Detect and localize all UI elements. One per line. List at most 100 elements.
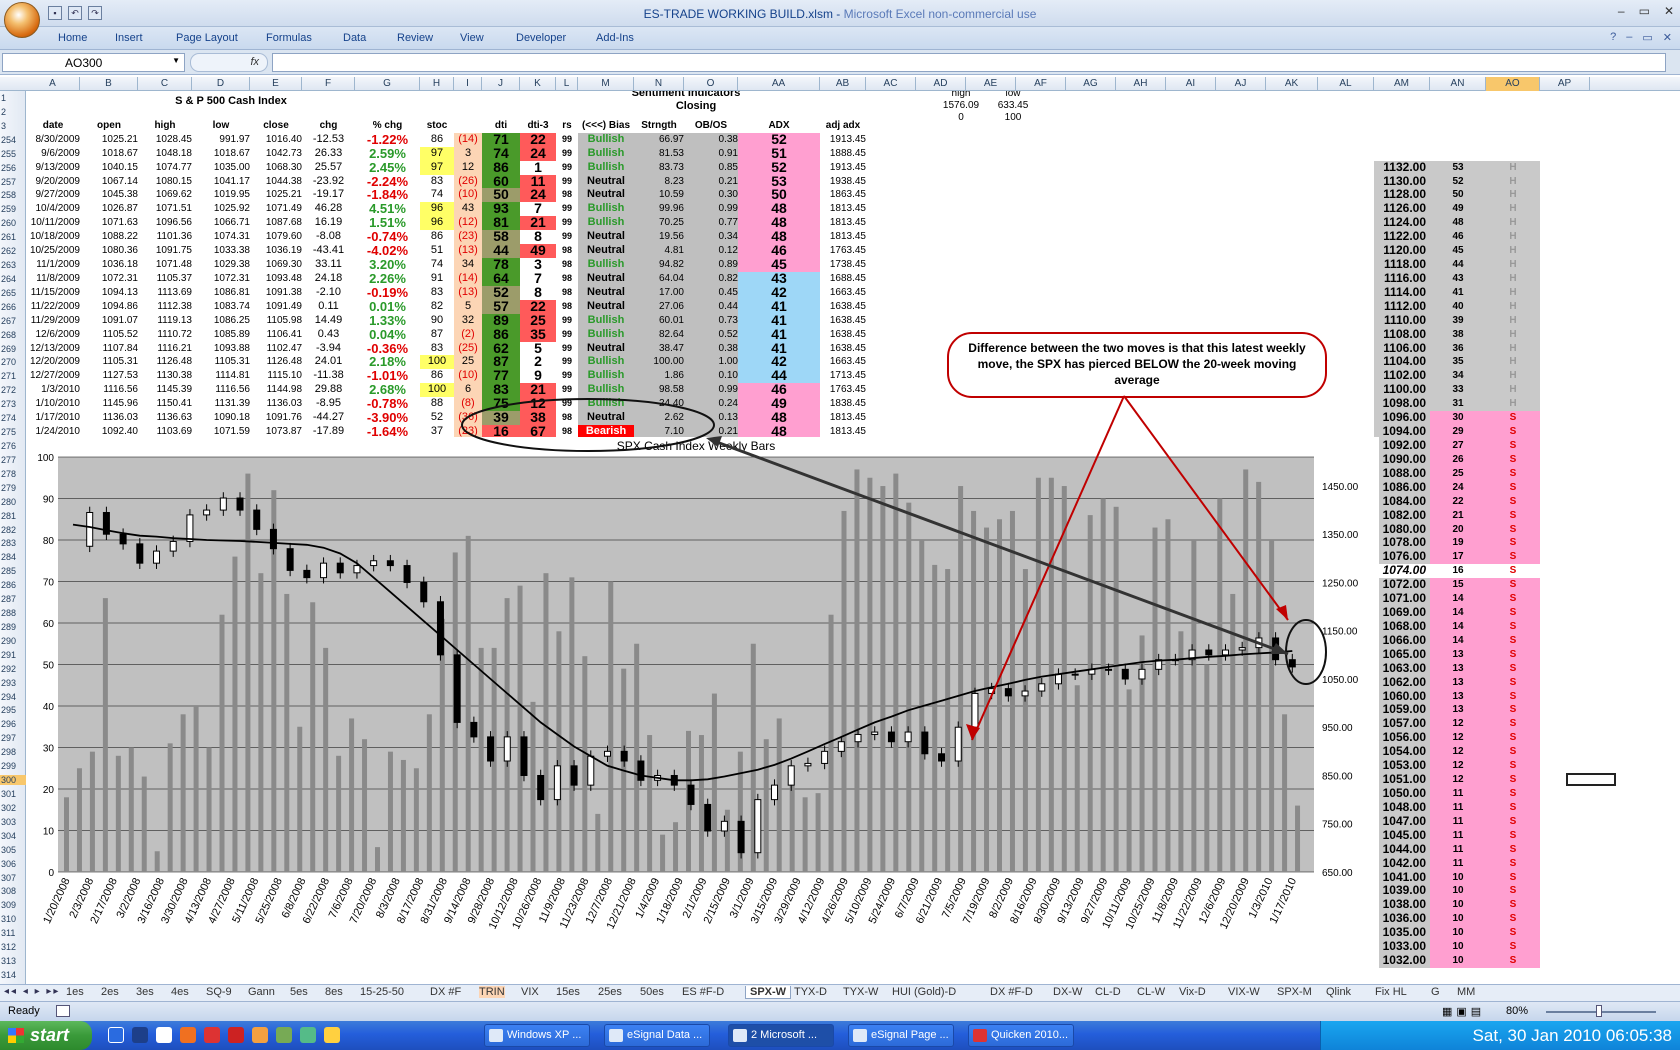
price-level[interactable]: 1060.00	[1374, 689, 1430, 704]
level-signal[interactable]: S	[1486, 773, 1540, 787]
column-header-am[interactable]: AM	[1374, 77, 1430, 91]
price-level[interactable]: 1128.00	[1374, 188, 1430, 203]
cell-stoc[interactable]: 82	[420, 300, 454, 314]
cell-stoc[interactable]: 91	[420, 272, 454, 286]
price-level[interactable]: 1035.00	[1374, 926, 1430, 941]
cell-rs[interactable]: 99	[556, 383, 578, 397]
cell-dti[interactable]: 77	[482, 369, 520, 384]
row-header-262[interactable]: 262	[0, 246, 26, 256]
ie-icon[interactable]	[108, 1027, 124, 1043]
cell-date[interactable]: 10/11/2009	[26, 216, 80, 230]
cell--chg[interactable]: -0.78%	[355, 397, 420, 411]
cell-adj-adx[interactable]: 1838.45	[820, 397, 866, 411]
level-count[interactable]: 19	[1430, 536, 1486, 551]
cell-high[interactable]: 1071.48	[138, 258, 192, 272]
cell-open[interactable]: 1127.53	[80, 369, 138, 383]
sheet-tab-dx-f[interactable]: DX #F	[430, 986, 461, 998]
cell-rs[interactable]: 98	[556, 286, 578, 300]
cell--chg[interactable]: 2.59%	[355, 147, 420, 161]
row-header-294[interactable]: 294	[0, 692, 26, 702]
cell-dti[interactable]: 74	[482, 146, 520, 161]
cell-rs[interactable]: 99	[556, 342, 578, 356]
sheet-tab-hui-gold-d[interactable]: HUI (Gold)-D	[892, 986, 956, 998]
cell-chg[interactable]: -2.10	[302, 286, 355, 300]
cell-adj-adx[interactable]: 1863.45	[820, 188, 866, 202]
cell-high[interactable]: 1110.72	[138, 328, 192, 342]
cell-strngth[interactable]: 1.86	[634, 369, 684, 384]
cell-close[interactable]: 1016.40	[250, 133, 302, 147]
price-level[interactable]: 1074.00	[1374, 564, 1430, 579]
cell-strngth[interactable]: 64.04	[634, 271, 684, 286]
cell-ob-os[interactable]: 0.99	[684, 202, 738, 217]
level-signal[interactable]: H	[1486, 258, 1540, 272]
cell-date[interactable]: 10/4/2009	[26, 202, 81, 216]
cell-open[interactable]: 1036.18	[80, 258, 138, 272]
cell-low[interactable]: 1066.71	[192, 216, 250, 230]
view-buttons[interactable]: ▦▣▤	[1442, 1005, 1485, 1018]
row-header-297[interactable]: 297	[0, 733, 26, 743]
cell--chg[interactable]: 1.51%	[355, 216, 420, 230]
level-count[interactable]: 15	[1430, 578, 1486, 593]
task-esignal-page[interactable]: eSignal Page ...	[848, 1024, 954, 1047]
tab-developer[interactable]: Developer	[516, 32, 566, 44]
price-level[interactable]: 1102.00	[1374, 369, 1430, 384]
price-level[interactable]: 1036.00	[1374, 912, 1430, 927]
restore-button[interactable]: ▭	[1639, 4, 1650, 18]
cell-low[interactable]: 1083.74	[192, 300, 250, 314]
clock[interactable]: Sat, 30 Jan 2010 06:05:38	[1473, 1026, 1672, 1046]
level-count[interactable]: 35	[1430, 355, 1486, 370]
cell-rs[interactable]: 99	[556, 328, 578, 342]
level-count[interactable]: 17	[1430, 550, 1486, 565]
level-count[interactable]: 14	[1430, 606, 1486, 620]
cell-strngth[interactable]: 19.56	[634, 230, 684, 245]
cell-open[interactable]: 1094.13	[80, 286, 138, 300]
cell-rs[interactable]: 98	[556, 411, 578, 425]
cell-adx[interactable]: 41	[738, 313, 820, 328]
level-signal[interactable]: S	[1486, 508, 1540, 523]
sheet-tab-mm[interactable]: MM	[1457, 986, 1475, 998]
cell--chg[interactable]: 0.04%	[355, 328, 420, 342]
level-signal[interactable]: H	[1486, 230, 1540, 245]
cell-high[interactable]: 1080.15	[138, 175, 192, 189]
cell-dti-3[interactable]: 7	[520, 202, 556, 217]
tab-view[interactable]: View	[460, 32, 484, 44]
cell-adj-adx[interactable]: 1913.45	[820, 133, 866, 147]
cell-ob-os[interactable]: 1.00	[684, 355, 738, 370]
row-header-291[interactable]: 291	[0, 650, 26, 660]
cell-date[interactable]: 12/20/2009	[26, 355, 80, 369]
cell-open[interactable]: 1072.31	[80, 272, 138, 286]
cell-dti-3[interactable]: 21	[520, 216, 556, 231]
cell-close[interactable]: 1036.19	[250, 244, 302, 258]
close-button[interactable]: ✕	[1664, 4, 1674, 18]
row-header-3[interactable]: 3	[0, 121, 26, 131]
row-header-256[interactable]: 256	[0, 163, 26, 173]
cell-date[interactable]: 11/1/2009	[26, 258, 80, 272]
cell-open[interactable]: 1067.14	[80, 175, 138, 189]
cell-stoc-chg[interactable]: 43	[454, 202, 482, 217]
help-icon[interactable]: ?	[1610, 31, 1616, 44]
level-signal[interactable]: S	[1486, 745, 1540, 760]
sheet-tab-4es[interactable]: 4es	[171, 986, 189, 998]
cell-adj-adx[interactable]: 1913.45	[820, 161, 866, 175]
sheet-tab-es-f-d[interactable]: ES #F-D	[682, 986, 724, 998]
cell-low[interactable]: 1072.31	[192, 272, 250, 286]
cell-date[interactable]: 11/22/2009	[26, 300, 80, 314]
cell-adj-adx[interactable]: 1688.45	[820, 272, 866, 286]
cell-low[interactable]: 1116.56	[192, 383, 250, 397]
cell-open[interactable]: 1045.38	[80, 188, 138, 202]
price-level[interactable]: 1038.00	[1374, 898, 1430, 913]
cell-adj-adx[interactable]: 1638.45	[820, 300, 866, 314]
row-header-286[interactable]: 286	[0, 580, 26, 590]
level-signal[interactable]: S	[1486, 494, 1540, 509]
level-count[interactable]: 44	[1430, 258, 1486, 272]
level-count[interactable]: 11	[1430, 856, 1486, 871]
row-header-270[interactable]: 270	[0, 357, 26, 367]
level-signal[interactable]: S	[1486, 675, 1540, 690]
cell-open[interactable]: 1105.52	[80, 328, 138, 342]
cell-dti-3[interactable]: 5	[520, 341, 556, 356]
level-count[interactable]: 13	[1430, 689, 1486, 704]
cell--bias[interactable]: Bullish	[578, 369, 634, 384]
cell-adx[interactable]: 52	[738, 160, 820, 175]
office-button[interactable]	[4, 2, 40, 38]
column-header-o[interactable]: O	[684, 77, 738, 91]
